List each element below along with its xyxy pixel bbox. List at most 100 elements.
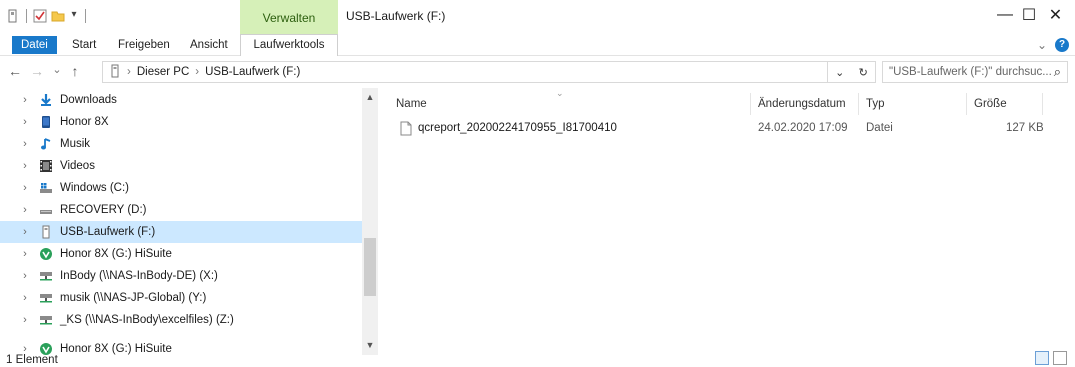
phone-icon xyxy=(38,114,54,130)
tree-item-label: RECOVERY (D:) xyxy=(60,204,147,216)
tree-item-videos[interactable]: › Videos xyxy=(0,155,362,177)
search-placeholder: "USB-Laufwerk (F:)" durchsuc... xyxy=(889,66,1052,78)
title-bar: ▾ Verwalten USB-Laufwerk (F:) — ☐ ✕ xyxy=(0,0,1075,34)
view-switcher xyxy=(1035,351,1067,365)
file-date: 24.02.2020 17:09 xyxy=(758,122,848,134)
refresh-icon[interactable]: ↻ xyxy=(859,66,868,79)
tree-item-label: Honor 8X (G:) HiSuite xyxy=(60,343,172,355)
back-arrow-icon[interactable]: ← xyxy=(6,63,24,79)
tree-item-label: Honor 8X (G:) HiSuite xyxy=(60,248,172,260)
tab-laufwerktools[interactable]: Laufwerktools xyxy=(240,34,338,56)
expand-chevron-icon[interactable]: › xyxy=(18,94,32,106)
expand-chevron-icon[interactable]: › xyxy=(18,182,32,194)
breadcrumb-separator-icon: › xyxy=(127,66,131,78)
tree-item-label: Videos xyxy=(60,160,95,172)
tree-item-musik-y[interactable]: › musik (\\NAS-JP-Global) (Y:) xyxy=(0,287,362,309)
tree-item-label: _KS (\\NAS-InBody\excelfiles) (Z:) xyxy=(60,314,234,326)
new-folder-icon[interactable] xyxy=(51,9,65,23)
expand-chevron-icon[interactable]: › xyxy=(18,138,32,150)
context-tab-group-label: Verwalten xyxy=(262,11,316,25)
scrollbar-thumb[interactable] xyxy=(364,238,376,296)
column-header-type[interactable]: Typ xyxy=(866,93,885,115)
expand-chevron-icon[interactable]: › xyxy=(18,160,32,172)
quick-access-toolbar: ▾ xyxy=(6,6,88,26)
music-icon xyxy=(38,136,54,152)
expand-chevron-icon[interactable]: › xyxy=(18,292,32,304)
close-icon: ✕ xyxy=(1048,7,1063,24)
column-header-size[interactable]: Größe xyxy=(974,93,1007,115)
tree-item-recovery-d[interactable]: › RECOVERY (D:) xyxy=(0,199,362,221)
table-row[interactable]: qcreport_20200224170955_I81700410 24.02.… xyxy=(396,120,1046,140)
details-view-icon[interactable] xyxy=(1035,351,1049,365)
expand-chevron-icon[interactable]: › xyxy=(18,226,32,238)
tree-item-inbody-x[interactable]: › InBody (\\NAS-InBody-DE) (X:) xyxy=(0,265,362,287)
tree-item-usb-laufwerk-f[interactable]: › USB-Laufwerk (F:) xyxy=(0,221,362,243)
column-header-date[interactable]: Änderungsdatum xyxy=(758,93,846,115)
close-button[interactable]: ✕ xyxy=(1036,0,1075,30)
help-icon[interactable]: ? xyxy=(1055,38,1069,52)
address-dropdown-icon[interactable]: ⌄ xyxy=(835,66,844,79)
scroll-down-icon[interactable]: ▼ xyxy=(362,340,378,350)
usb-drive-icon xyxy=(38,224,54,240)
tree-item-musik[interactable]: › Musik xyxy=(0,133,362,155)
tree-item-label: Musik xyxy=(60,138,91,150)
column-separator[interactable] xyxy=(1042,93,1043,115)
up-arrow-icon[interactable]: ↑ xyxy=(66,63,84,79)
navigation-scrollbar[interactable]: ▲ ▼ xyxy=(362,88,378,355)
navigation-pane[interactable]: › Downloads › Honor 8X › Musik › Videos … xyxy=(0,88,378,355)
network-drive-icon xyxy=(38,268,54,284)
search-icon: ⌕ xyxy=(1053,64,1061,79)
file-name: qcreport_20200224170955_I81700410 xyxy=(418,122,617,134)
hisuite-icon xyxy=(38,341,54,355)
expand-chevron-icon[interactable]: › xyxy=(18,270,32,282)
tree-item-label: Windows (C:) xyxy=(60,182,130,194)
tree-item-label: InBody (\\NAS-InBody-DE) (X:) xyxy=(60,270,218,282)
maximize-icon: ☐ xyxy=(1021,7,1037,24)
hisuite-icon xyxy=(38,246,54,262)
tree-item-windows-c[interactable]: › Windows (C:) xyxy=(0,177,362,199)
expand-chevron-icon[interactable]: › xyxy=(18,116,32,128)
tab-freigeben[interactable]: Freigeben xyxy=(108,36,180,54)
column-separator[interactable] xyxy=(966,93,967,115)
video-icon xyxy=(38,158,54,174)
scroll-up-icon[interactable]: ▲ xyxy=(362,92,378,102)
forward-arrow-icon[interactable]: → xyxy=(28,63,46,79)
tab-datei[interactable]: Datei xyxy=(12,36,57,54)
tree-item-honor-8x-g[interactable]: › Honor 8X (G:) HiSuite xyxy=(0,243,362,265)
context-tab-group: Verwalten xyxy=(240,0,338,34)
address-field[interactable]: › Dieser PC › USB-Laufwerk (F:) xyxy=(102,61,828,83)
windows-drive-icon xyxy=(38,180,54,196)
tree-item-downloads[interactable]: › Downloads xyxy=(0,89,362,111)
customize-toolbar-icon[interactable]: ▾ xyxy=(69,9,79,23)
expand-ribbon-icon[interactable]: ⌄ xyxy=(1037,38,1047,52)
breadcrumb-dieser-pc[interactable]: Dieser PC xyxy=(137,66,189,78)
network-drive-icon xyxy=(38,290,54,306)
recent-locations-icon[interactable]: ⌄ xyxy=(48,63,66,76)
column-separator[interactable] xyxy=(750,93,751,115)
tree-item-label: Downloads xyxy=(60,94,117,106)
tree-item-honor-8x[interactable]: › Honor 8X xyxy=(0,111,362,133)
expand-chevron-icon[interactable]: › xyxy=(18,314,32,326)
address-controls: ⌄ ↻ xyxy=(828,61,876,83)
file-size: 127 KB xyxy=(1006,122,1044,134)
tree-item-label: Honor 8X xyxy=(60,116,109,128)
column-separator[interactable] xyxy=(858,93,859,115)
breadcrumb-usb-laufwerk[interactable]: USB-Laufwerk (F:) xyxy=(205,66,300,78)
breadcrumb-separator-icon: › xyxy=(195,66,200,78)
window-title: USB-Laufwerk (F:) xyxy=(346,9,446,23)
tab-ansicht[interactable]: Ansicht xyxy=(180,36,238,54)
ribbon-tabs: Datei Start Freigeben Ansicht Laufwerkto… xyxy=(0,34,1075,56)
tree-item-honor-8x-g-2[interactable]: › Honor 8X (G:) HiSuite xyxy=(0,338,362,355)
properties-icon[interactable] xyxy=(33,9,47,23)
file-icon xyxy=(400,121,412,139)
file-list[interactable]: ⌄ Name Änderungsdatum Typ Größe qcreport… xyxy=(382,88,1075,355)
tree-item-ks-z[interactable]: › _KS (\\NAS-InBody\excelfiles) (Z:) xyxy=(0,309,362,331)
tab-start[interactable]: Start xyxy=(62,36,106,54)
expand-chevron-icon[interactable]: › xyxy=(18,204,32,216)
search-input[interactable]: "USB-Laufwerk (F:)" durchsuc... ⌕ xyxy=(882,61,1068,83)
large-icons-view-icon[interactable] xyxy=(1053,351,1067,365)
expand-chevron-icon[interactable]: › xyxy=(18,248,32,260)
column-header-name[interactable]: Name xyxy=(396,93,427,115)
app-icon[interactable] xyxy=(6,9,20,23)
file-type: Datei xyxy=(866,122,893,134)
